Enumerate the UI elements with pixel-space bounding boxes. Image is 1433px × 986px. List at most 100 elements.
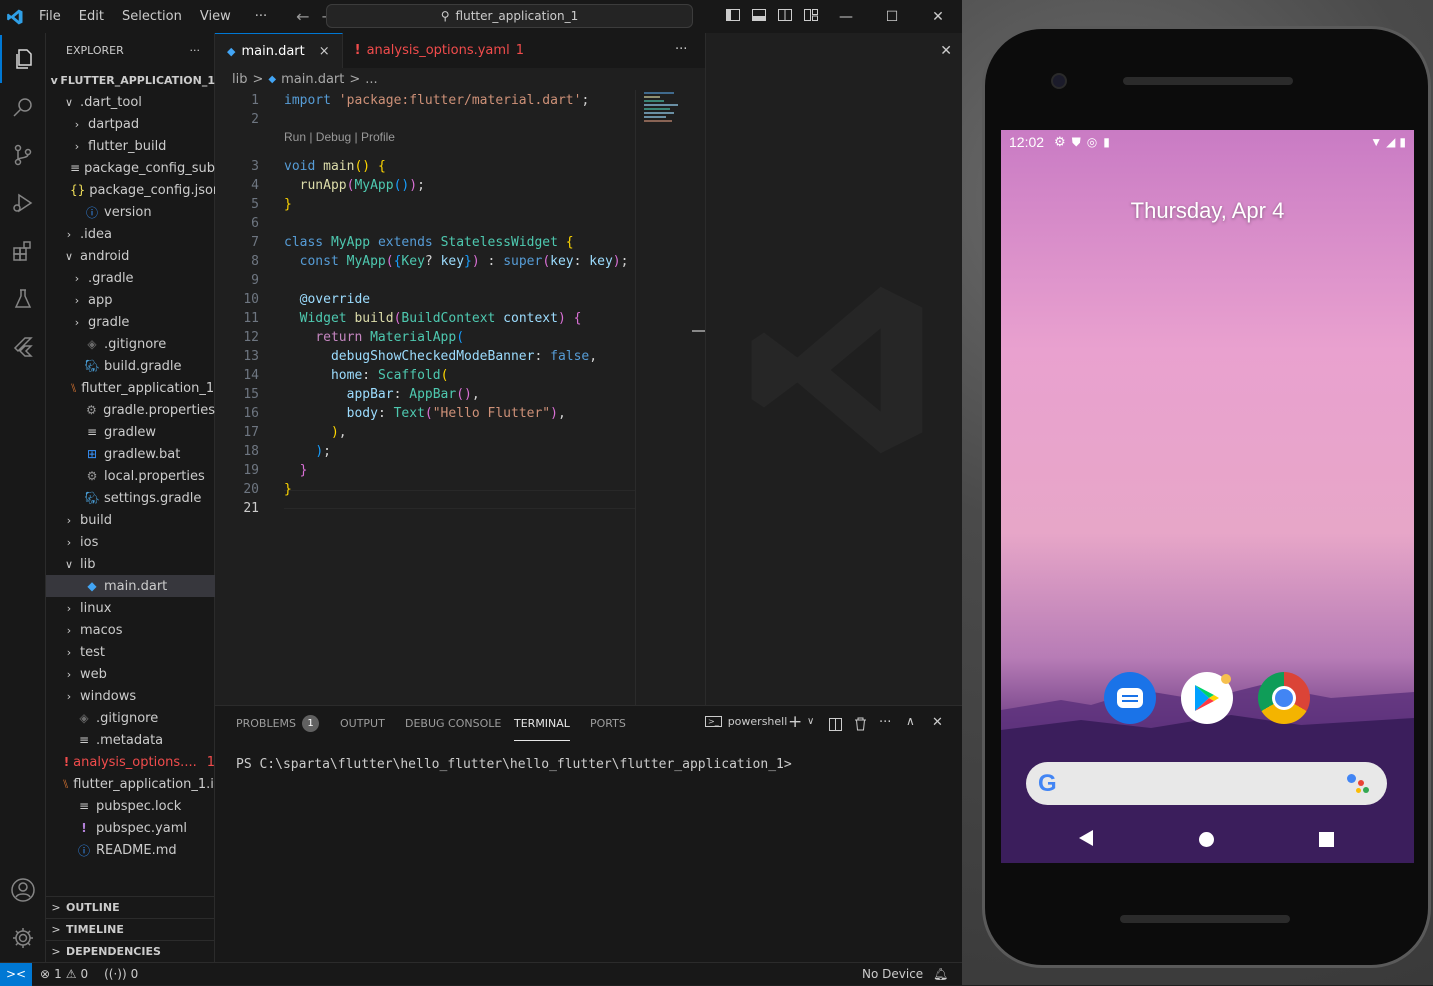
editor-more-actions[interactable]: ··· — [675, 42, 687, 57]
remote-indicator-icon[interactable]: >< — [0, 962, 32, 986]
search-activity-icon[interactable] — [0, 83, 46, 131]
back-arrow-icon[interactable]: ← — [290, 7, 315, 26]
tab-problems[interactable]: PROBLEMS 1 — [236, 706, 320, 741]
minimap[interactable] — [635, 90, 706, 705]
explorer-more-button[interactable]: ··· — [190, 44, 201, 57]
play-store-icon[interactable] — [1181, 672, 1233, 724]
toggle-panel-icon[interactable] — [751, 8, 767, 24]
source-control-icon[interactable] — [0, 131, 46, 179]
explorer-icon[interactable] — [0, 35, 46, 83]
run-debug-icon[interactable] — [0, 179, 46, 227]
minimize-icon[interactable]: — — [823, 0, 869, 33]
home-nav-icon[interactable] — [1199, 832, 1214, 847]
code-editor[interactable]: Run | Debug | Profile 1 import 'package:f… — [215, 90, 635, 705]
menu-selection[interactable]: Selection — [113, 9, 191, 24]
tree-item[interactable]: › macos — [46, 619, 215, 641]
tree-item[interactable]: › web — [46, 663, 215, 685]
toggle-primary-sidebar-icon[interactable] — [725, 8, 741, 24]
tree-item[interactable]: ∨ .dart_tool — [46, 91, 215, 113]
tree-item[interactable]: 🐘︎ build.gradle — [46, 355, 215, 377]
tree-item[interactable]: ≡ package_config_sub... — [46, 157, 215, 179]
close-window-icon[interactable]: ✕ — [915, 0, 961, 33]
tree-item[interactable]: › build — [46, 509, 215, 531]
panel-more-actions[interactable]: ··· — [879, 715, 891, 730]
tree-item[interactable]: ! pubspec.yaml — [46, 817, 215, 839]
breadcrumb-file[interactable]: main.dart — [281, 72, 344, 87]
back-nav-icon[interactable] — [1079, 830, 1093, 846]
menu-edit[interactable]: Edit — [70, 9, 113, 24]
settings-gear-icon[interactable] — [0, 914, 46, 962]
tab-terminal[interactable]: TERMINAL — [514, 706, 570, 741]
workspace-root[interactable]: v FLUTTER_APPLICATION_1 — [46, 69, 215, 91]
accounts-icon[interactable] — [0, 866, 46, 914]
tree-item[interactable]: ≡ .metadata — [46, 729, 215, 751]
close-tab-icon[interactable]: × — [319, 44, 330, 59]
tab-ports[interactable]: PORTS — [590, 706, 626, 741]
tab-debug-console[interactable]: DEBUG CONSOLE — [405, 706, 501, 741]
tree-item[interactable]: ⓘ version — [46, 201, 215, 223]
new-terminal-icon[interactable]: + — [788, 712, 802, 732]
device-selector[interactable]: No Device — [862, 967, 923, 981]
problems-status[interactable]: ⊗ 1 ⚠ 0 — [40, 967, 88, 981]
breadcrumb-lib[interactable]: lib — [232, 72, 247, 87]
assistant-icon[interactable] — [1347, 774, 1369, 794]
tab-main-dart[interactable]: ◆ main.dart × — [215, 33, 343, 68]
command-center-search[interactable]: ⚲ flutter_application_1 — [326, 4, 693, 28]
menu-view[interactable]: View — [191, 9, 240, 24]
tree-item[interactable]: {} package_config.json — [46, 179, 215, 201]
tree-item[interactable]: ⚙ gradle.properties — [46, 399, 215, 421]
tree-item[interactable]: ⑊ flutter_application_1.i... — [46, 773, 215, 795]
menu-more[interactable]: ··· — [246, 9, 276, 24]
timeline-section[interactable]: > TIMELINE — [46, 918, 215, 940]
tree-item[interactable]: 🐘︎ settings.gradle — [46, 487, 215, 509]
chrome-icon[interactable] — [1258, 672, 1310, 724]
tree-item[interactable]: ≡ pubspec.lock — [46, 795, 215, 817]
tree-item[interactable]: ◈ .gitignore — [46, 333, 215, 355]
tree-item[interactable]: › .gradle — [46, 267, 215, 289]
code-lens[interactable]: Run | Debug | Profile — [284, 130, 395, 144]
ports-status[interactable]: ((·)) 0 — [104, 967, 138, 981]
toggle-secondary-sidebar-icon[interactable] — [777, 8, 793, 24]
breadcrumb-symbol[interactable]: ... — [365, 72, 377, 87]
chevron-down-icon[interactable]: ∨ — [807, 716, 814, 727]
dependencies-section[interactable]: > DEPENDENCIES — [46, 940, 215, 962]
tree-item[interactable]: ⓘ README.md — [46, 839, 215, 861]
tree-item[interactable]: › test — [46, 641, 215, 663]
tree-item[interactable]: ⊞ gradlew.bat — [46, 443, 215, 465]
terminal-profile[interactable]: >_ powershell — [705, 715, 787, 728]
notifications-bell-icon[interactable]: 🔔︎ — [933, 967, 948, 981]
tree-item[interactable]: › flutter_build — [46, 135, 215, 157]
tree-item[interactable]: ∨ lib — [46, 553, 215, 575]
tree-item[interactable]: › windows — [46, 685, 215, 707]
extensions-icon[interactable] — [0, 227, 46, 275]
maximize-panel-icon[interactable]: ∧ — [906, 714, 915, 728]
tab-analysis-options[interactable]: ! analysis_options.yaml 1 — [343, 33, 536, 68]
split-terminal-icon[interactable] — [829, 718, 842, 735]
tree-item[interactable]: ◆ main.dart — [46, 575, 215, 597]
phone-screen[interactable]: 12:02 ⚙ ⛊ ◎ ▮ ▼ ◢ ▮ Thursday, Apr 4 G — [1001, 130, 1414, 863]
tree-item[interactable]: › .idea — [46, 223, 215, 245]
tree-item[interactable]: ⑊ flutter_application_1... — [46, 377, 215, 399]
testing-flask-icon[interactable] — [0, 275, 46, 323]
google-search-bar[interactable]: G — [1026, 762, 1387, 805]
customize-layout-icon[interactable] — [803, 8, 819, 24]
tree-item[interactable]: › app — [46, 289, 215, 311]
menu-file[interactable]: File — [30, 9, 70, 24]
tree-item[interactable]: › linux — [46, 597, 215, 619]
recents-nav-icon[interactable] — [1319, 832, 1334, 847]
outline-section[interactable]: > OUTLINE — [46, 896, 215, 918]
flutter-icon[interactable] — [0, 323, 46, 371]
tree-item[interactable]: › gradle — [46, 311, 215, 333]
terminal-prompt[interactable]: PS C:\sparta\flutter\hello_flutter\hello… — [236, 757, 792, 772]
maximize-icon[interactable]: ☐ — [869, 0, 915, 33]
close-panel-icon[interactable]: ✕ — [932, 715, 943, 730]
tree-item[interactable]: ◈ .gitignore — [46, 707, 215, 729]
tab-output[interactable]: OUTPUT — [340, 706, 385, 741]
close-group-icon[interactable]: ✕ — [940, 43, 952, 59]
messages-app-icon[interactable] — [1104, 672, 1156, 724]
tree-item[interactable]: › dartpad — [46, 113, 215, 135]
tree-item[interactable]: › ios — [46, 531, 215, 553]
tree-item[interactable]: ≡ gradlew — [46, 421, 215, 443]
trash-icon[interactable] — [854, 717, 867, 735]
tree-item[interactable]: ⚙ local.properties — [46, 465, 215, 487]
